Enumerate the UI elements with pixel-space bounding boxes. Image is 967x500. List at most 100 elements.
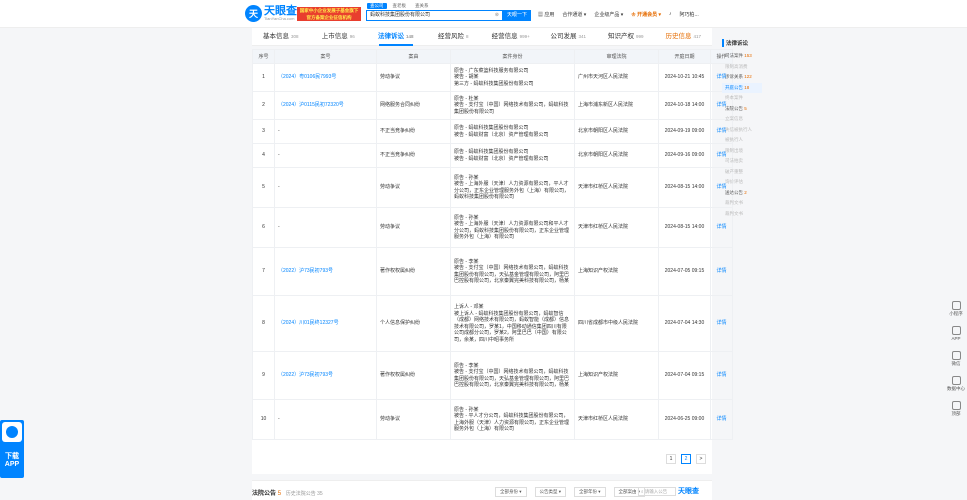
search-button[interactable]: 天眼一下 — [503, 10, 531, 21]
tab-ip[interactable]: 知识产权 999 — [597, 28, 655, 45]
cell-case[interactable]: （2024）川01民终12327号 — [274, 295, 377, 352]
filter-year[interactable]: 全部年份 ▾ — [574, 487, 606, 497]
cell-date: 2024-08-15 14:00 — [658, 167, 711, 208]
cell-detail-link[interactable]: 详情 — [710, 247, 733, 296]
cell-no: 7 — [252, 247, 275, 296]
section-tabs: 基本信息 308 上市信息 96 法律诉讼 148 经营风险 8 经营信息 999+ 公司… — [252, 28, 712, 46]
sidebar-item[interactable]: 司法案件 153 — [722, 51, 762, 62]
tab-operation[interactable]: 经营信息 999+ — [482, 28, 540, 45]
cell-case[interactable]: - — [274, 119, 377, 144]
filter-type[interactable]: 公告类型 ▾ — [534, 487, 567, 497]
table-row: 9 （2022）沪73民初793号 著作权权属纠纷 原告 - 李某 被告 - 支付宝（… — [252, 351, 733, 400]
cell-court: 上海知识产权法院 — [574, 247, 659, 296]
cell-cause: 劳动争议 — [376, 167, 451, 208]
sidebar-item[interactable]: 被执行人 — [722, 135, 762, 146]
nav-cooperation[interactable]: 合作通道 ▾ — [562, 11, 586, 18]
phone-icon — [951, 326, 961, 335]
col-no: 序号 — [252, 49, 275, 64]
cell-case[interactable]: （2024）沪0115民初72320号 — [274, 91, 377, 120]
announcement-search[interactable]: ⌕ 请输入公告 — [638, 487, 676, 496]
tab-legal[interactable]: 法律诉讼 148 — [367, 28, 425, 46]
tool-app[interactable]: APP — [945, 326, 967, 348]
clear-icon[interactable]: ⊗ — [495, 11, 499, 20]
nav-vip[interactable]: ♔ 开通会员 ▾ — [631, 11, 661, 18]
cell-cause: 不正当竞争纠纷 — [376, 143, 451, 168]
cell-case[interactable]: （2022）沪73民初793号 — [274, 351, 377, 400]
search-input[interactable]: 蚂蚁科技集团股份有限公司 ⊗ — [366, 10, 503, 21]
tab-listing-info[interactable]: 上市信息 96 — [310, 28, 368, 45]
logo-icon: 天 — [245, 5, 262, 22]
sidebar-item[interactable]: 法院公告 5 — [722, 104, 762, 115]
col-cause: 案由 — [376, 49, 451, 64]
sidebar-item[interactable]: 终本案件 — [722, 93, 762, 104]
cell-case[interactable]: - — [274, 207, 377, 248]
arrow-up-icon — [951, 401, 961, 410]
court-announcement-bar: 法院公告 5 历史法院公告 35 全部身份 ▾ 公告类型 ▾ 全部年份 ▾ 全部… — [252, 480, 712, 500]
cell-court: 广州市天河区人民法院 — [574, 63, 659, 92]
cell-parties: 原告 - 杜某 被告 - 支付宝（中国）网络技术有限公司，蚂蚁科技集团股份有限公… — [450, 91, 575, 120]
logo[interactable]: 天 天眼查 TianYanCha.com — [245, 5, 297, 22]
sidebar-item[interactable]: 限制高消费 — [722, 62, 762, 73]
search-tab-company[interactable]: 查公司 — [367, 3, 387, 9]
sidebar-item[interactable]: 司法拍卖 — [722, 156, 762, 167]
sidebar-item[interactable]: 涉诉关系 122 — [722, 72, 762, 83]
cell-case[interactable]: - — [274, 399, 377, 440]
search-tab-relation[interactable]: 查关系 — [412, 3, 432, 9]
cell-no: 8 — [252, 295, 275, 352]
cell-case[interactable]: - — [274, 167, 377, 208]
sidebar-item[interactable]: 送达公告 2 — [722, 188, 762, 199]
col-case: 案号 — [274, 49, 377, 64]
tab-risk[interactable]: 经营风险 8 — [425, 28, 483, 45]
cell-case[interactable]: （2022）沪73民初793号 — [274, 247, 377, 296]
bottom-brand: 天眼查 — [678, 488, 699, 495]
table-row: 8 （2024）川01民终12327号 个人信息保护纠纷 上诉人 - 邓某 被上诉人 … — [252, 295, 733, 352]
tab-basic-info[interactable]: 基本信息 308 — [252, 28, 310, 45]
sidebar-item[interactable]: 失信被执行人 — [722, 125, 762, 136]
cell-detail-link[interactable]: 详情 — [710, 295, 733, 352]
cell-case[interactable]: - — [274, 143, 377, 168]
cell-cause: 劳动争议 — [376, 63, 451, 92]
search-tab-boss[interactable]: 查老板 — [390, 3, 410, 9]
bell-icon[interactable]: ♪ — [669, 11, 672, 18]
court-hearing-panel: 序号 案号 案由 案件身份 审理法院 开庭日期 操作 1 （2024）粤0106民… — [252, 49, 733, 474]
col-court: 审理法院 — [574, 49, 659, 64]
miniprogram-icon — [951, 301, 961, 310]
cell-no: 1 — [252, 63, 275, 92]
tool-wechat[interactable]: 微信 — [945, 351, 967, 373]
top-bar: 天 天眼查 TianYanCha.com 国家中小企业发展子基金旗下 官方备案企… — [0, 0, 967, 28]
sidebar-item[interactable]: 询价评估 — [722, 177, 762, 188]
page-1[interactable]: 1 — [666, 454, 676, 464]
cell-court: 天津市红桥区人民法院 — [574, 207, 659, 248]
cell-detail-link[interactable]: 详情 — [710, 351, 733, 400]
sidebar-item[interactable]: 立案信息 — [722, 114, 762, 125]
page-2[interactable]: 2 — [681, 454, 691, 464]
tab-history[interactable]: 历史信息 417 — [655, 28, 713, 45]
table-row: 4- 不正当竞争纠纷 原告 - 蚂蚁科技集团股份有限公司 被告 - 蚂蚁财富（北京）… — [252, 143, 733, 168]
filter-role[interactable]: 全部身份 ▾ — [495, 487, 527, 497]
sidebar-item[interactable]: 开庭公告 18 — [722, 82, 762, 93]
sidebar-item[interactable]: 裁判文书 — [722, 198, 762, 209]
announcement-filters: 全部身份 ▾ 公告类型 ▾ 全部年份 ▾ 全部案由 ▾ — [495, 487, 646, 497]
nav-enterprise[interactable]: 企业级产品 ▾ — [594, 11, 623, 18]
table-row: 5- 劳动争议 原告 - 孙某 被告 - 上海外服（天津）人力资源有限公司，平人才分… — [252, 167, 733, 208]
tool-data-center[interactable]: 数据中心 — [945, 376, 967, 398]
cell-parties: 原告 - 蚂蚁科技集团股份有限公司 被告 - 蚂蚁财富（北京）资产管理有限公司 — [450, 143, 575, 168]
sidebar-item[interactable]: 限制出境 — [722, 146, 762, 157]
tab-development[interactable]: 公司发展 341 — [540, 28, 598, 45]
search-value: 蚂蚁科技集团股份有限公司 — [370, 12, 431, 18]
cell-cause: 著作权权属纠纷 — [376, 351, 451, 400]
cell-detail-link[interactable]: 详情 — [710, 399, 733, 440]
download-app-widget[interactable]: 下载 APP — [0, 420, 24, 478]
table-row: 7 （2022）沪73民初793号 著作权权属纠纷 原告 - 李某 被告 - 支付宝（… — [252, 247, 733, 296]
tool-miniprogram[interactable]: 小程序 — [945, 301, 967, 323]
sidebar-item[interactable]: 裁判文书 — [722, 209, 762, 220]
cell-case[interactable]: （2024）粤0106民7993号 — [274, 63, 377, 92]
sidebar-item[interactable]: 破产重整 — [722, 167, 762, 178]
nav-user[interactable]: 阿巧柏... — [680, 11, 699, 18]
tool-top[interactable]: 顶部 — [945, 401, 967, 423]
page-next[interactable]: > — [696, 454, 706, 464]
announcement-history[interactable]: 历史法院公告 35 — [286, 491, 323, 497]
promo-banner[interactable]: 国家中小企业发展子基金旗下 官方备案企业征信机构 — [297, 7, 361, 21]
cell-parties: 原告 - 蚂蚁科技集团股份有限公司 被告 - 蚂蚁财富（北京）资产管理有限公司 — [450, 119, 575, 144]
nav-apps[interactable]: ▦ 应用 — [538, 11, 554, 18]
